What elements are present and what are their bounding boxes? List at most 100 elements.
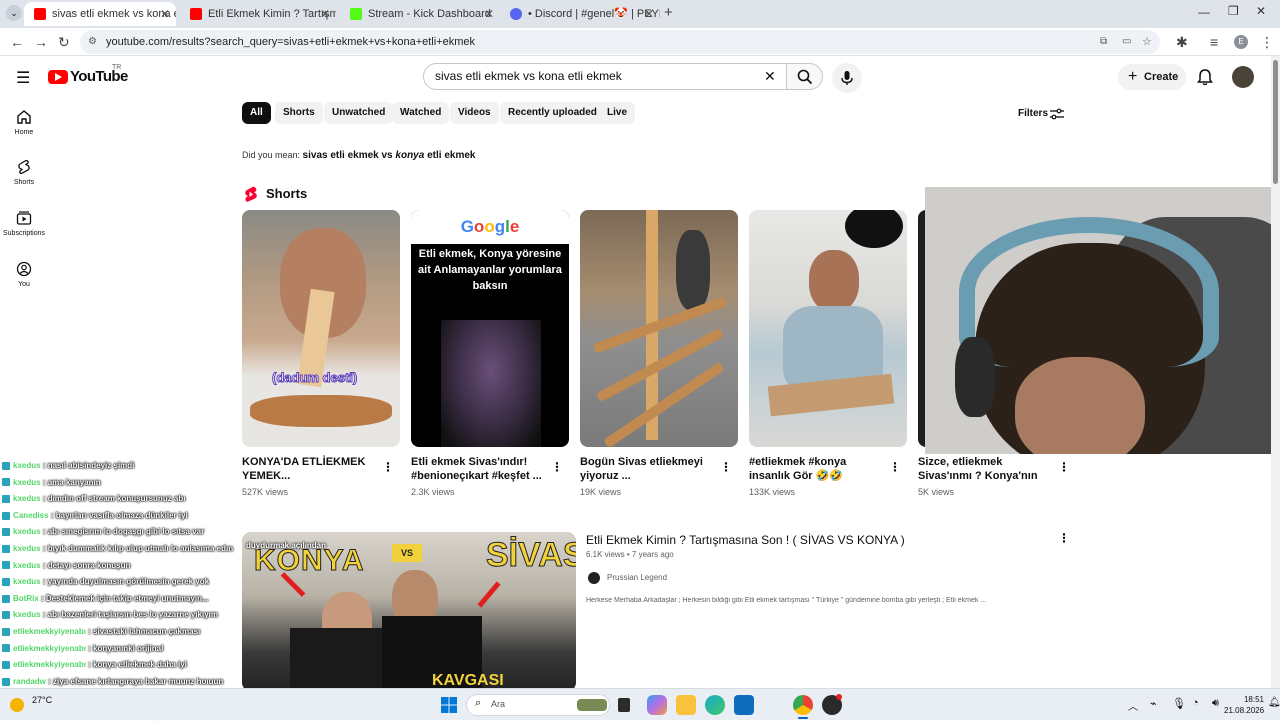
sidebar-item-you[interactable]: You xyxy=(0,261,48,288)
short-title[interactable]: #etliekmek #konya insanlık Gör 🤣🤣 xyxy=(749,455,881,483)
chip-recently-uploaded[interactable]: Recently uploaded xyxy=(500,102,605,124)
close-window-icon[interactable]: ✕ xyxy=(1256,4,1266,18)
short-thumbnail[interactable]: Google Etli ekmek, Konya yöresine ait An… xyxy=(411,210,569,447)
reload-icon[interactable]: ↻ xyxy=(58,34,70,51)
short-overlay-text: (dadum desti) xyxy=(271,370,358,386)
tab-list-chevron-icon[interactable]: ⌄ xyxy=(6,5,22,21)
chip-unwatched[interactable]: Unwatched xyxy=(324,102,394,124)
wifi-icon[interactable]: ◔ xyxy=(1192,697,1199,709)
short-thumbnail[interactable] xyxy=(749,210,907,447)
close-tab-icon[interactable]: ✕ xyxy=(320,2,330,26)
notification-bell-icon[interactable]: 🔔︎ xyxy=(1268,697,1280,708)
browser-menu-icon[interactable]: ⋮ xyxy=(1260,34,1274,51)
chip-shorts[interactable]: Shorts xyxy=(275,102,323,124)
taskbar-search[interactable]: ⌕ Ara xyxy=(466,694,610,716)
sidebar-item-subscriptions[interactable]: Subscriptions xyxy=(0,210,48,237)
chat-username[interactable]: Canediss xyxy=(13,511,49,520)
copilot-icon[interactable] xyxy=(647,695,667,715)
chip-videos[interactable]: Videos xyxy=(450,102,499,124)
channel-name[interactable]: Prussian Legend xyxy=(607,573,667,582)
browser-tab-1[interactable]: Etli Ekmek Kimin ? Tartışmasına ✕ xyxy=(180,2,336,26)
browser-tab-3[interactable]: • Discord | #genel🤡 | PEYKK ✕ xyxy=(500,2,660,26)
chip-live[interactable]: Live xyxy=(599,102,636,124)
profile-avatar[interactable]: E xyxy=(1234,35,1248,49)
more-options-icon[interactable]: ⋮ xyxy=(551,460,563,474)
task-view-icon[interactable] xyxy=(618,698,630,712)
browser-tab-2[interactable]: Stream - Kick Dashboard ✕ xyxy=(340,2,500,26)
more-options-icon[interactable]: ⋮ xyxy=(889,460,901,474)
short-title[interactable]: Etli ekmek Sivas'ındır! #benioneçıkart #… xyxy=(411,455,543,483)
clear-search-icon[interactable]: ✕ xyxy=(764,64,776,89)
short-card[interactable]: Bogün Sivas etliekmeyi yiyoruz ... 19K v… xyxy=(580,210,738,497)
chat-username[interactable]: kxedus xyxy=(13,561,41,570)
more-options-icon[interactable]: ⋮ xyxy=(720,460,732,474)
short-card[interactable]: Google Etli ekmek, Konya yöresine ait An… xyxy=(411,210,569,497)
more-options-icon[interactable]: ⋮ xyxy=(1058,460,1070,474)
chat-username[interactable]: kxedus xyxy=(13,461,41,470)
chat-username[interactable]: kxedus xyxy=(13,478,41,487)
file-explorer-icon[interactable] xyxy=(676,695,696,715)
cast-icon[interactable]: ▭ xyxy=(1122,30,1131,54)
network-icon[interactable]: ⌁ xyxy=(1150,697,1157,710)
chat-username[interactable]: kxedus xyxy=(13,610,41,619)
short-title[interactable]: KONYA'DA ETLİEKMEK YEMEK... xyxy=(242,455,374,483)
outlook-icon[interactable] xyxy=(734,695,754,715)
short-card[interactable]: #etliekmek #konya insanlık Gör 🤣🤣 133K v… xyxy=(749,210,907,497)
sidebar-item-shorts[interactable]: Shorts xyxy=(0,159,48,186)
account-avatar[interactable] xyxy=(1232,66,1254,88)
search-input[interactable]: sivas etli ekmek vs kona etli ekmek ✕ xyxy=(423,63,787,90)
close-tab-icon[interactable]: ✕ xyxy=(644,2,654,26)
clock[interactable]: 18:51 21.08.2026 xyxy=(1224,694,1264,716)
short-card[interactable]: (dadum desti) KONYA'DA ETLİEKMEK YEMEK..… xyxy=(242,210,400,497)
short-title[interactable]: Sizce, etliekmek Sivas'ınmı ? Konya'nın … xyxy=(918,455,1050,483)
new-tab-icon[interactable]: + xyxy=(664,4,673,21)
extensions-icon[interactable]: ✱ xyxy=(1176,34,1188,51)
chat-username[interactable]: kxedus xyxy=(13,544,41,553)
chrome-icon[interactable] xyxy=(793,695,813,715)
video-title[interactable]: Etli Ekmek Kimin ? Tartışmasına Son ! ( … xyxy=(586,533,1046,547)
close-tab-icon[interactable]: ✕ xyxy=(484,2,494,26)
reading-list-icon[interactable]: ≡ xyxy=(1210,34,1218,50)
close-tab-icon[interactable]: ✕ xyxy=(160,2,170,26)
sidebar-item-home[interactable]: Home xyxy=(0,109,48,136)
site-info-icon[interactable]: ⚙ xyxy=(88,30,97,54)
back-icon[interactable]: ← xyxy=(10,34,24,50)
volume-icon[interactable]: 🔊︎ xyxy=(1212,697,1219,710)
video-thumbnail[interactable]: KONYA VS SİVAS KAVGASI xyxy=(242,532,576,692)
browser-tab-0[interactable]: sivas etli ekmek vs kona etli ek ✕ xyxy=(24,2,176,26)
chat-username[interactable]: kxedus xyxy=(13,494,41,503)
scrollbar-thumb[interactable] xyxy=(1273,60,1278,184)
chat-username[interactable]: etliekmekkyiyenabı xyxy=(13,627,86,636)
more-options-icon[interactable]: ⋮ xyxy=(382,460,394,474)
forward-icon[interactable]: → xyxy=(34,34,48,50)
chat-username[interactable]: kxedus xyxy=(13,527,41,536)
search-button[interactable] xyxy=(786,63,823,90)
chat-username[interactable]: kxedus xyxy=(13,577,41,586)
short-title[interactable]: Bogün Sivas etliekmeyi yiyoruz ... xyxy=(580,455,712,483)
chat-username[interactable]: etliekmekkyiyenabı xyxy=(13,644,86,653)
notifications-bell-icon[interactable] xyxy=(1197,68,1213,86)
chat-username[interactable]: randadw xyxy=(13,677,46,686)
more-options-icon[interactable]: ⋮ xyxy=(1058,531,1070,545)
did-you-mean-link[interactable]: sivas etli ekmek vs konya etli ekmek xyxy=(303,150,476,161)
translate-icon[interactable]: ⧉ xyxy=(1100,30,1107,54)
short-thumbnail[interactable]: (dadum desti) xyxy=(242,210,400,447)
hamburger-menu-icon[interactable]: ☰ xyxy=(16,68,30,88)
chat-username[interactable]: BotRix xyxy=(13,594,39,603)
bookmark-star-icon[interactable]: ☆ xyxy=(1142,30,1152,54)
tray-chevron-icon[interactable]: ︿ xyxy=(1128,698,1138,713)
channel-avatar[interactable] xyxy=(588,572,600,584)
mic-tray-icon[interactable]: 🎙︎ xyxy=(1172,697,1186,710)
maximize-icon[interactable]: ❐ xyxy=(1228,4,1239,18)
short-thumbnail[interactable] xyxy=(580,210,738,447)
filters-button[interactable]: Filters xyxy=(1012,106,1068,122)
chip-all[interactable]: All xyxy=(242,102,271,124)
start-windows-icon[interactable] xyxy=(441,697,457,713)
edge-icon[interactable] xyxy=(705,695,725,715)
create-button[interactable]: + Create xyxy=(1118,64,1186,90)
chip-watched[interactable]: Watched xyxy=(392,102,450,124)
minimize-icon[interactable]: — xyxy=(1198,5,1210,19)
chat-username[interactable]: etliekmekkyiyenabı xyxy=(13,660,86,669)
voice-search-button[interactable] xyxy=(832,63,862,93)
address-bar[interactable]: ⚙ youtube.com/results?search_query=sivas… xyxy=(80,30,1160,54)
